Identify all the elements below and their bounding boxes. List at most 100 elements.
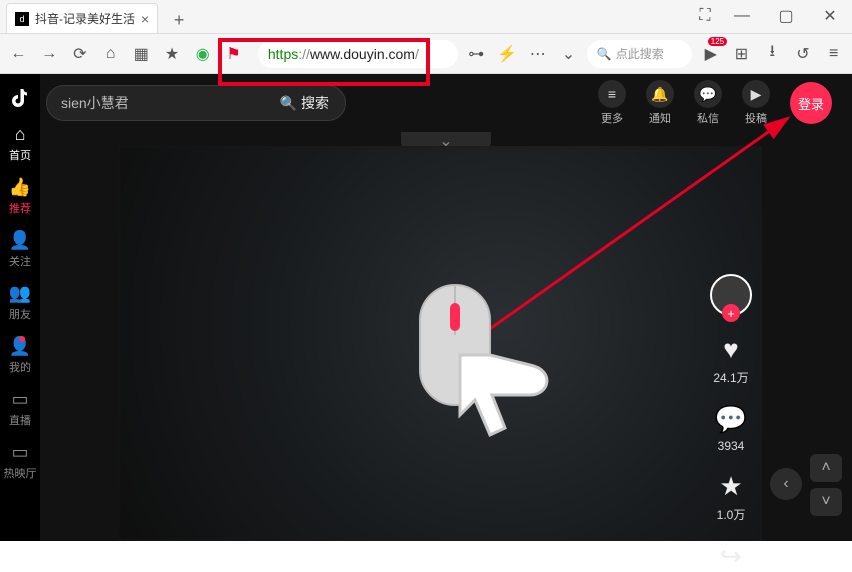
login-button[interactable]: 登录: [790, 82, 832, 124]
browser-search-placeholder: 点此搜索: [616, 45, 664, 62]
top-actions: ≡更多 🔔 通知 💬 私信 ▶ 投稿 登录: [598, 80, 832, 126]
top-action-label: 私信: [697, 110, 719, 126]
nav-back-icon[interactable]: ←: [6, 41, 31, 67]
heart-icon: ♥: [723, 334, 738, 365]
sidebar-item-label: 直播: [9, 412, 31, 428]
video-nav-arrows: ˄ ˅: [810, 454, 842, 516]
video-icon: ▶: [742, 80, 770, 108]
search-button-label: 搜索: [301, 93, 329, 113]
comment-button[interactable]: 💬 3934: [715, 404, 747, 453]
tab-close-icon[interactable]: ×: [141, 11, 149, 27]
home-icon[interactable]: ⌂: [98, 41, 123, 67]
tab-title: 抖音-记录美好生活: [35, 10, 135, 27]
sidebar-item-hot[interactable]: ▭ 热映厅: [4, 442, 37, 481]
sidebar-item-label: 热映厅: [4, 465, 37, 481]
bell-icon: 🔔: [646, 80, 674, 108]
film-icon: ▭: [11, 442, 28, 463]
briefcase-icon[interactable]: ▦: [129, 41, 154, 67]
sidebar-item-follow[interactable]: 👤 关注: [9, 230, 31, 269]
maximize-button[interactable]: ▢: [764, 0, 808, 33]
top-action-more[interactable]: ≡更多: [598, 80, 626, 126]
top-action-notice[interactable]: 🔔 通知: [646, 80, 674, 126]
like-button[interactable]: ♥ 24.1万: [713, 334, 748, 386]
sidebar-item-live[interactable]: ▭ 直播: [9, 389, 31, 428]
search-icon: 🔍: [280, 95, 297, 112]
sidebar: ⌂ 首页 👍 推荐 👤 关注 👥 朋友 👤我的 ▭ 直播 ▭ 热映厅: [0, 74, 40, 541]
share-icon: ↪: [720, 541, 742, 572]
minimize-button[interactable]: —: [720, 0, 764, 33]
shield-icon[interactable]: ◉: [190, 41, 215, 67]
tv-icon: ▭: [11, 389, 28, 410]
key-icon[interactable]: ⊶: [464, 41, 489, 67]
favorite-button[interactable]: ★ 1.0万: [717, 471, 746, 523]
url-trail: /: [415, 46, 419, 62]
tab-favicon: d: [15, 12, 29, 26]
sidebar-item-friends[interactable]: 👥 朋友: [9, 283, 31, 322]
download-icon[interactable]: ⭳: [760, 41, 785, 67]
url-host: www.douyin.com: [310, 46, 415, 62]
url-sep: ://: [298, 46, 310, 62]
search-button[interactable]: 🔍搜索: [270, 89, 339, 117]
sidebar-item-label: 关注: [9, 253, 31, 269]
browser-tab[interactable]: d 抖音-记录美好生活 ×: [6, 3, 158, 33]
url-protocol: https: [268, 46, 298, 62]
prev-video-button[interactable]: ˄: [810, 454, 842, 482]
person-plus-icon: 👤: [9, 230, 31, 251]
author-avatar[interactable]: +: [710, 274, 752, 316]
more-icon[interactable]: ⋯: [525, 41, 550, 67]
sidebar-item-mine[interactable]: 👤我的: [9, 336, 31, 375]
comment-icon: 💬: [715, 404, 747, 435]
app-search-input[interactable]: sien小慧君 🔍搜索: [46, 85, 346, 121]
apps-grid-icon[interactable]: ⊞: [729, 41, 754, 67]
sidebar-item-recommend[interactable]: 👍 推荐: [9, 177, 31, 216]
flag-icon[interactable]: ⚑: [221, 41, 246, 67]
search-text: sien小慧君: [61, 93, 129, 113]
main-area: sien小慧君 🔍搜索 ≡更多 🔔通知 💬私信 ▶投稿 登录 ⌄ + ♥24.1…: [40, 74, 852, 541]
menu-icon[interactable]: ≡: [821, 41, 846, 67]
home-icon: ⌂: [15, 124, 26, 145]
browser-search-box[interactable]: 🔍 点此搜索: [587, 40, 693, 68]
video-back-button[interactable]: ‹: [770, 468, 802, 500]
history-icon[interactable]: ↺: [791, 41, 816, 67]
top-action-msg[interactable]: 💬 私信: [694, 80, 722, 126]
extensions-button[interactable]: ▶: [698, 41, 723, 67]
douyin-logo-icon: [8, 84, 32, 110]
sidebar-item-label: 首页: [9, 147, 31, 163]
sidebar-item-label: 推荐: [9, 200, 31, 216]
search-icon: 🔍: [597, 47, 612, 61]
menu-icon: ≡: [598, 80, 626, 108]
new-tab-button[interactable]: +: [166, 7, 192, 33]
extension-icon[interactable]: ⛶: [690, 0, 720, 33]
sidebar-item-label: 我的: [9, 359, 31, 375]
share-button[interactable]: ↪: [720, 541, 742, 572]
sidebar-item-label: 朋友: [9, 306, 31, 322]
nav-forward-icon[interactable]: →: [37, 41, 62, 67]
video-frame: [118, 146, 762, 541]
reload-icon[interactable]: ⟳: [67, 41, 92, 67]
next-video-button[interactable]: ˅: [810, 488, 842, 516]
browser-toolbar: ← → ⟳ ⌂ ▦ ★ ◉ ⚑ https://www.douyin.com/ …: [0, 34, 852, 74]
close-window-button[interactable]: ✕: [808, 0, 852, 33]
app-topbar: sien小慧君 🔍搜索 ≡更多 🔔 通知 💬 私信 ▶ 投稿 登录: [40, 74, 852, 132]
app-root: ⌂ 首页 👍 推荐 👤 关注 👥 朋友 👤我的 ▭ 直播 ▭ 热映厅 sien小慧君 🔍搜索…: [0, 74, 852, 541]
people-icon: 👥: [9, 283, 31, 304]
top-action-upload[interactable]: ▶ 投稿: [742, 80, 770, 126]
url-bar[interactable]: https://www.douyin.com/: [258, 40, 458, 68]
login-label: 登录: [798, 94, 824, 113]
video-player[interactable]: [118, 146, 762, 541]
chevron-down-icon[interactable]: ⌄: [556, 41, 581, 67]
thumbs-up-icon: 👍: [9, 177, 31, 198]
chat-icon: 💬: [694, 80, 722, 108]
comment-count: 3934: [718, 439, 745, 453]
top-action-label: 通知: [649, 110, 671, 126]
star-icon: ★: [719, 471, 742, 502]
bolt-icon[interactable]: ⚡: [495, 41, 520, 67]
top-action-label: 投稿: [745, 110, 767, 126]
sidebar-item-home[interactable]: ⌂ 首页: [9, 124, 31, 163]
follow-plus-icon[interactable]: +: [722, 304, 740, 322]
favorites-icon[interactable]: ★: [160, 41, 185, 67]
like-count: 24.1万: [713, 369, 748, 386]
favorite-count: 1.0万: [717, 506, 746, 523]
browser-titlebar: d 抖音-记录美好生活 × + ⛶ — ▢ ✕: [0, 0, 852, 34]
video-action-rail: + ♥ 24.1万 💬 3934 ★ 1.0万 ↪: [710, 274, 752, 572]
